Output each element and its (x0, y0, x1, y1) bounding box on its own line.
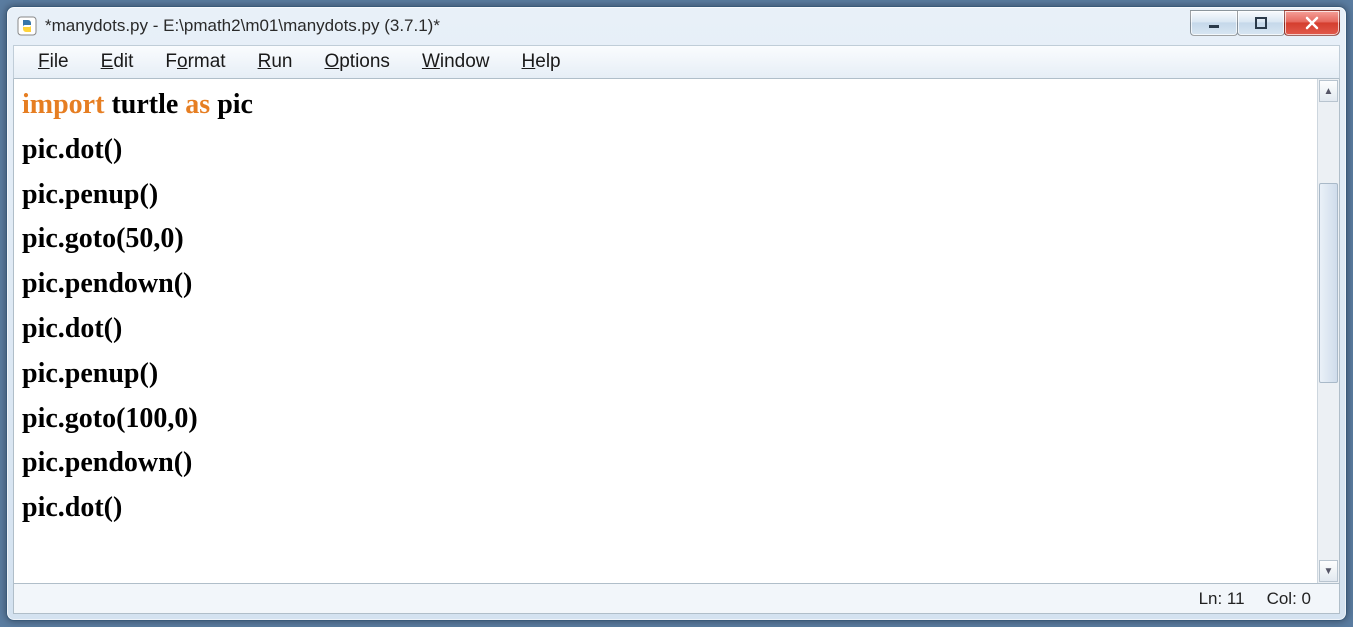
scroll-up-button[interactable]: ▲ (1319, 80, 1338, 102)
code-line: pic.dot() (22, 486, 1309, 531)
chevron-up-icon: ▲ (1324, 86, 1334, 97)
menu-window[interactable]: Window (406, 47, 506, 77)
code-line: pic.goto(50,0) (22, 217, 1309, 262)
menu-format[interactable]: Format (149, 47, 241, 77)
scroll-track[interactable] (1318, 103, 1339, 559)
close-button[interactable] (1284, 10, 1340, 36)
window-controls (1191, 16, 1340, 36)
scroll-down-button[interactable]: ▼ (1319, 560, 1338, 582)
python-idle-icon (17, 16, 37, 36)
editor-area: import turtle as picpic.dot()pic.penup()… (13, 79, 1340, 584)
scroll-thumb[interactable] (1319, 183, 1338, 383)
chevron-down-icon: ▼ (1324, 566, 1334, 577)
menu-options[interactable]: Options (308, 47, 405, 77)
minimize-icon (1207, 16, 1221, 30)
status-line: Ln: 11 (1199, 589, 1245, 609)
vertical-scrollbar[interactable]: ▲ ▼ (1317, 79, 1339, 583)
code-editor[interactable]: import turtle as picpic.dot()pic.penup()… (14, 79, 1317, 583)
menu-edit[interactable]: Edit (85, 47, 150, 77)
code-line: pic.dot() (22, 307, 1309, 352)
titlebar[interactable]: *manydots.py - E:\pmath2\m01\manydots.py… (7, 7, 1346, 45)
idle-window: *manydots.py - E:\pmath2\m01\manydots.py… (6, 6, 1347, 621)
statusbar: Ln: 11 Col: 0 (13, 584, 1340, 614)
code-line: pic.dot() (22, 128, 1309, 173)
code-line: pic.penup() (22, 173, 1309, 218)
code-line: pic.goto(100,0) (22, 397, 1309, 442)
code-line: pic.pendown() (22, 262, 1309, 307)
menubar: FileEditFormatRunOptionsWindowHelp (13, 45, 1340, 79)
menu-run[interactable]: Run (242, 47, 309, 77)
menu-file[interactable]: File (22, 47, 85, 77)
maximize-button[interactable] (1237, 10, 1285, 36)
minimize-button[interactable] (1190, 10, 1238, 36)
code-line: pic.pendown() (22, 441, 1309, 486)
maximize-icon (1254, 16, 1268, 30)
window-title: *manydots.py - E:\pmath2\m01\manydots.py… (45, 16, 1191, 36)
status-col: Col: 0 (1267, 589, 1311, 609)
menu-help[interactable]: Help (506, 47, 577, 77)
code-line: pic.penup() (22, 352, 1309, 397)
code-line: import turtle as pic (22, 83, 1309, 128)
close-icon (1304, 15, 1320, 31)
